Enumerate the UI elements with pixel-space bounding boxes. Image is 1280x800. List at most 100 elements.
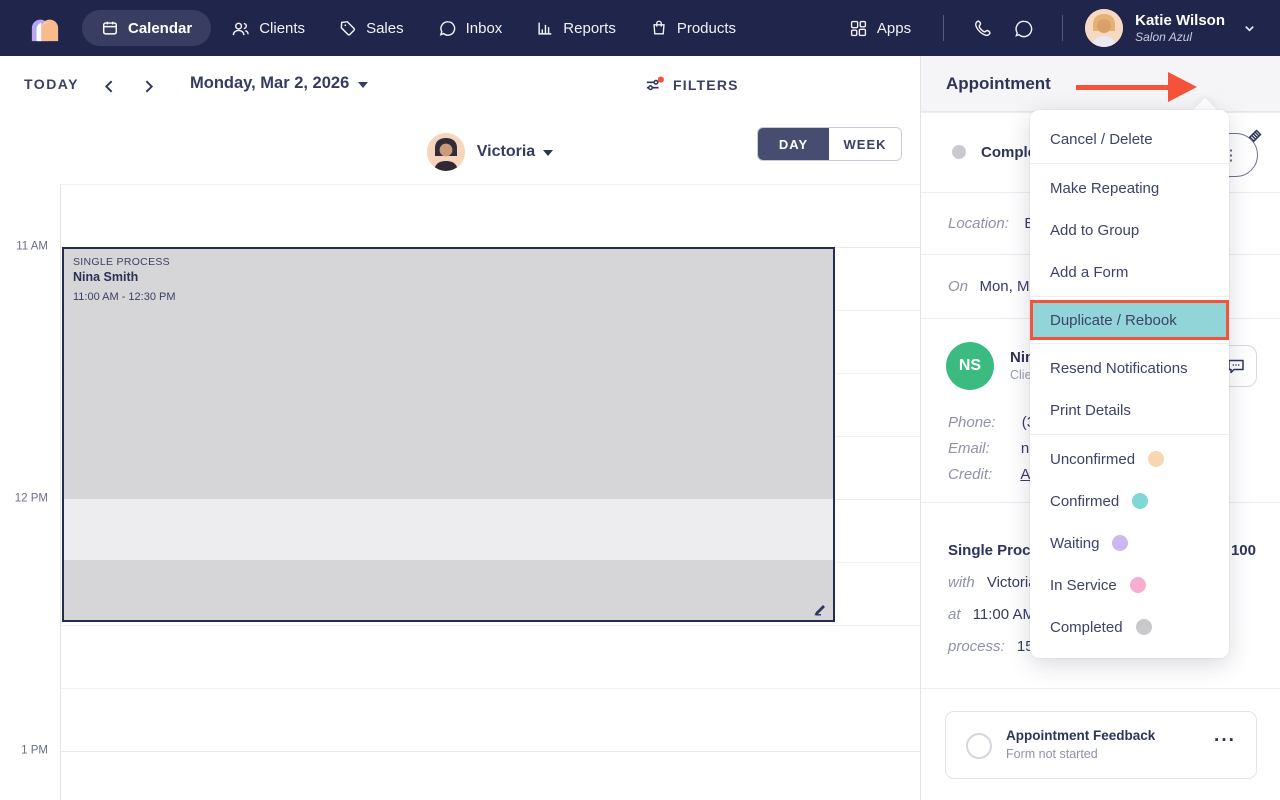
appointment-service-label: SINGLE PROCESS [73,256,170,268]
appointment-client-label: Nina Smith [73,270,139,284]
feedback-form-title: Appointment Feedback [1006,728,1156,743]
appointment-context-menu: Cancel / Delete Make Repeating Add to Gr… [1030,110,1229,658]
nav-item-inbox[interactable]: Inbox [424,10,517,47]
panel-title: Appointment [946,74,1051,93]
date-row: On Mon, Mar [948,278,1043,296]
service-with-row: with Victoria [948,574,1037,591]
next-day-button[interactable] [135,73,161,99]
service-name: Single Proce [948,542,1039,559]
nav-item-sales[interactable]: Sales [325,10,418,46]
with-label: with [948,574,975,591]
nav-item-label: Clients [259,19,306,37]
resize-pencil-icon[interactable] [813,602,827,616]
appointment-segment-processing [64,499,833,560]
menu-item-status-completed[interactable]: Completed [1030,606,1229,648]
process-label: process: [948,638,1005,655]
status-option-label: Confirmed [1050,492,1120,510]
status-dot-confirmed [1132,493,1149,509]
nav-item-reports[interactable]: Reports [522,10,630,46]
user-avatar [1085,9,1124,47]
nav-item-clients[interactable]: Clients [217,10,319,47]
chat-button[interactable] [1003,12,1044,45]
nav-right: Apps Katie Wilson Salon Azul [835,9,1256,47]
menu-item-status-unconfirmed[interactable]: Unconfirmed [1030,438,1229,480]
menu-item-status-in-service[interactable]: In Service [1030,564,1229,606]
nav-item-products[interactable]: Products [636,10,750,46]
user-meta: Katie Wilson Salon Azul [1135,12,1225,44]
nav-item-label: Sales [366,19,404,37]
status-dot-completed [1135,619,1152,635]
nav-item-label: Apps [876,19,912,37]
nav-item-label: Calendar [128,19,193,37]
menu-item-status-confirmed[interactable]: Confirmed [1030,480,1229,522]
apps-grid-icon [850,20,867,36]
feedback-more-button[interactable]: ··· [1214,730,1236,752]
client-initials: NS [958,357,982,374]
nav-item-apps[interactable]: Apps [835,10,925,47]
menu-item-resend-notifications[interactable]: Resend Notifications [1030,347,1229,389]
calendar-toolbar: TODAY Monday, Mar 2, 2026 FILTERS DAY WE… [0,56,920,161]
clients-icon [232,22,250,35]
status-dot-waiting [1112,535,1129,551]
reports-chart-icon [538,22,552,35]
feedback-form-card[interactable]: Appointment Feedback Form not started ··… [945,711,1257,779]
appointment-block[interactable]: SINGLE PROCESS Nina Smith 11:00 AM - 12:… [62,247,835,622]
menu-item-add-to-group[interactable]: Add to Group [1030,209,1229,251]
user-business: Salon Azul [1135,29,1193,44]
prev-day-button[interactable] [96,73,122,99]
form-status-circle-icon [966,733,992,759]
user-name: Katie Wilson [1135,11,1225,29]
filters-label: FILTERS [673,77,739,93]
filters-button[interactable]: FILTERS [645,76,739,94]
calendar-icon [102,21,118,35]
nav-separator [1062,15,1064,41]
status-dot-unconfirmed [1148,451,1165,467]
status-dot-in-service [1129,577,1146,593]
nav-item-label: Reports [563,19,616,37]
current-date-label: Monday, Mar 2, 2026 [190,74,350,92]
service-at-row: at 11:00 AM [948,606,1035,623]
email-label: Email: [948,440,990,457]
service-process-row: process: 15 r [948,638,1043,655]
status-option-label: Unconfirmed [1050,450,1136,468]
menu-item-duplicate-rebook[interactable]: Duplicate / Rebook [1030,300,1229,340]
menu-item-print-details[interactable]: Print Details [1030,389,1229,431]
nav-item-label: Inbox [465,19,503,37]
nav-item-calendar[interactable]: Calendar [82,10,212,46]
at-label: at [948,606,961,623]
caret-down-icon [358,81,369,88]
top-nav: Calendar Clients Sales Inbox Reports Pro… [0,0,1280,56]
staff-avatar [426,133,465,171]
menu-item-make-repeating[interactable]: Make Repeating [1030,167,1229,209]
feedback-form-status: Form not started [1006,747,1098,761]
appointment-segment-finish [64,560,833,620]
service-price: 100 [1230,542,1256,559]
location-row: Location: Bu [948,215,1043,233]
chevron-right-icon [145,80,153,92]
on-label: On [948,278,969,295]
at-value: 11:00 AM [972,606,1035,623]
today-button[interactable]: TODAY [24,76,79,92]
staff-selector[interactable]: Victoria [60,128,920,176]
app-logo-icon[interactable] [30,13,60,43]
chevron-down-icon [1245,25,1254,32]
menu-item-status-waiting[interactable]: Waiting [1030,522,1229,564]
staff-name-label: Victoria [476,143,536,160]
appointment-info: SINGLE PROCESS Nina Smith 11:00 AM - 12:… [73,256,176,303]
client-avatar[interactable]: NS [946,342,994,390]
panel-divider [921,688,1280,689]
menu-item-cancel-delete[interactable]: Cancel / Delete [1030,118,1229,160]
menu-item-add-a-form[interactable]: Add a Form [1030,251,1229,293]
location-label: Location: [948,215,1009,232]
credit-row: Credit: Ad [948,466,1039,483]
phone-label: Phone: [948,414,996,431]
client-subtitle: Clie [1010,368,1032,382]
phone-button[interactable] [962,12,1003,45]
user-menu[interactable]: Katie Wilson Salon Azul [1085,9,1256,47]
status-option-label: Waiting [1050,534,1100,552]
products-bag-icon [653,20,665,35]
menu-divider [1030,163,1229,164]
status-dot [952,145,966,159]
date-picker-button[interactable]: Monday, Mar 2, 2026 [190,74,369,93]
sales-tag-icon [340,20,356,36]
